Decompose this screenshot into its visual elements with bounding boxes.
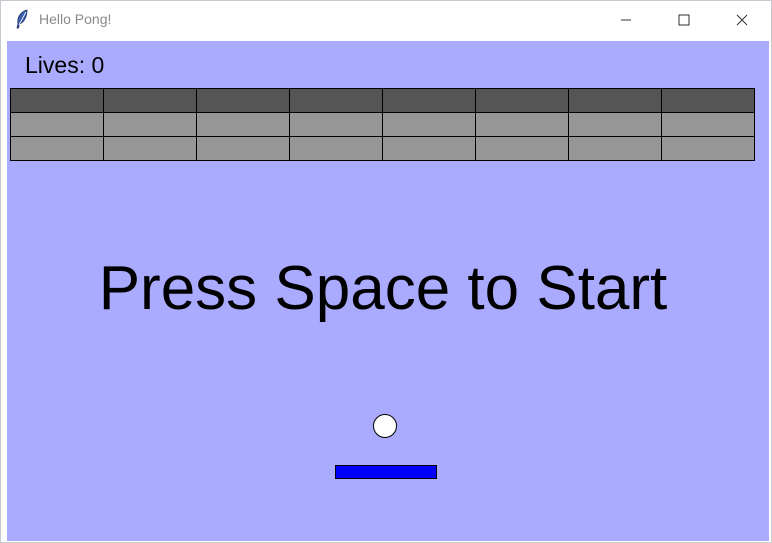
brick: [10, 88, 104, 113]
paddle: [335, 465, 437, 479]
brick-row: [10, 112, 755, 137]
brick: [475, 88, 569, 113]
brick: [196, 112, 290, 137]
close-icon: [736, 14, 748, 26]
brick: [10, 112, 104, 137]
title-bar[interactable]: Hello Pong!: [1, 1, 771, 39]
close-button[interactable]: [713, 1, 771, 39]
brick: [661, 88, 755, 113]
brick: [289, 136, 383, 161]
start-message: Press Space to Start: [98, 254, 668, 323]
brick-wall: [10, 88, 755, 161]
lives-counter: Lives: 0: [25, 52, 105, 78]
maximize-icon: [678, 14, 690, 26]
brick: [382, 88, 476, 113]
minimize-icon: [621, 19, 631, 21]
window-title: Hello Pong!: [39, 11, 112, 27]
brick: [289, 88, 383, 113]
maximize-button[interactable]: [655, 1, 713, 39]
brick: [661, 136, 755, 161]
brick-row: [10, 88, 755, 113]
brick: [103, 88, 197, 113]
brick: [103, 112, 197, 137]
brick: [196, 88, 290, 113]
brick: [475, 112, 569, 137]
brick: [661, 112, 755, 137]
minimize-button[interactable]: [597, 1, 655, 39]
brick: [382, 136, 476, 161]
brick: [568, 112, 662, 137]
brick: [289, 112, 383, 137]
brick: [568, 88, 662, 113]
ball: [373, 414, 397, 438]
app-window: Hello Pong! Lives: 0 Press Space to Star…: [0, 0, 772, 543]
brick: [475, 136, 569, 161]
brick: [568, 136, 662, 161]
feather-icon: [14, 9, 30, 29]
brick: [382, 112, 476, 137]
brick: [10, 136, 104, 161]
brick-row: [10, 136, 755, 161]
brick: [103, 136, 197, 161]
game-canvas[interactable]: Lives: 0 Press Space to Start: [7, 41, 769, 541]
brick: [196, 136, 290, 161]
